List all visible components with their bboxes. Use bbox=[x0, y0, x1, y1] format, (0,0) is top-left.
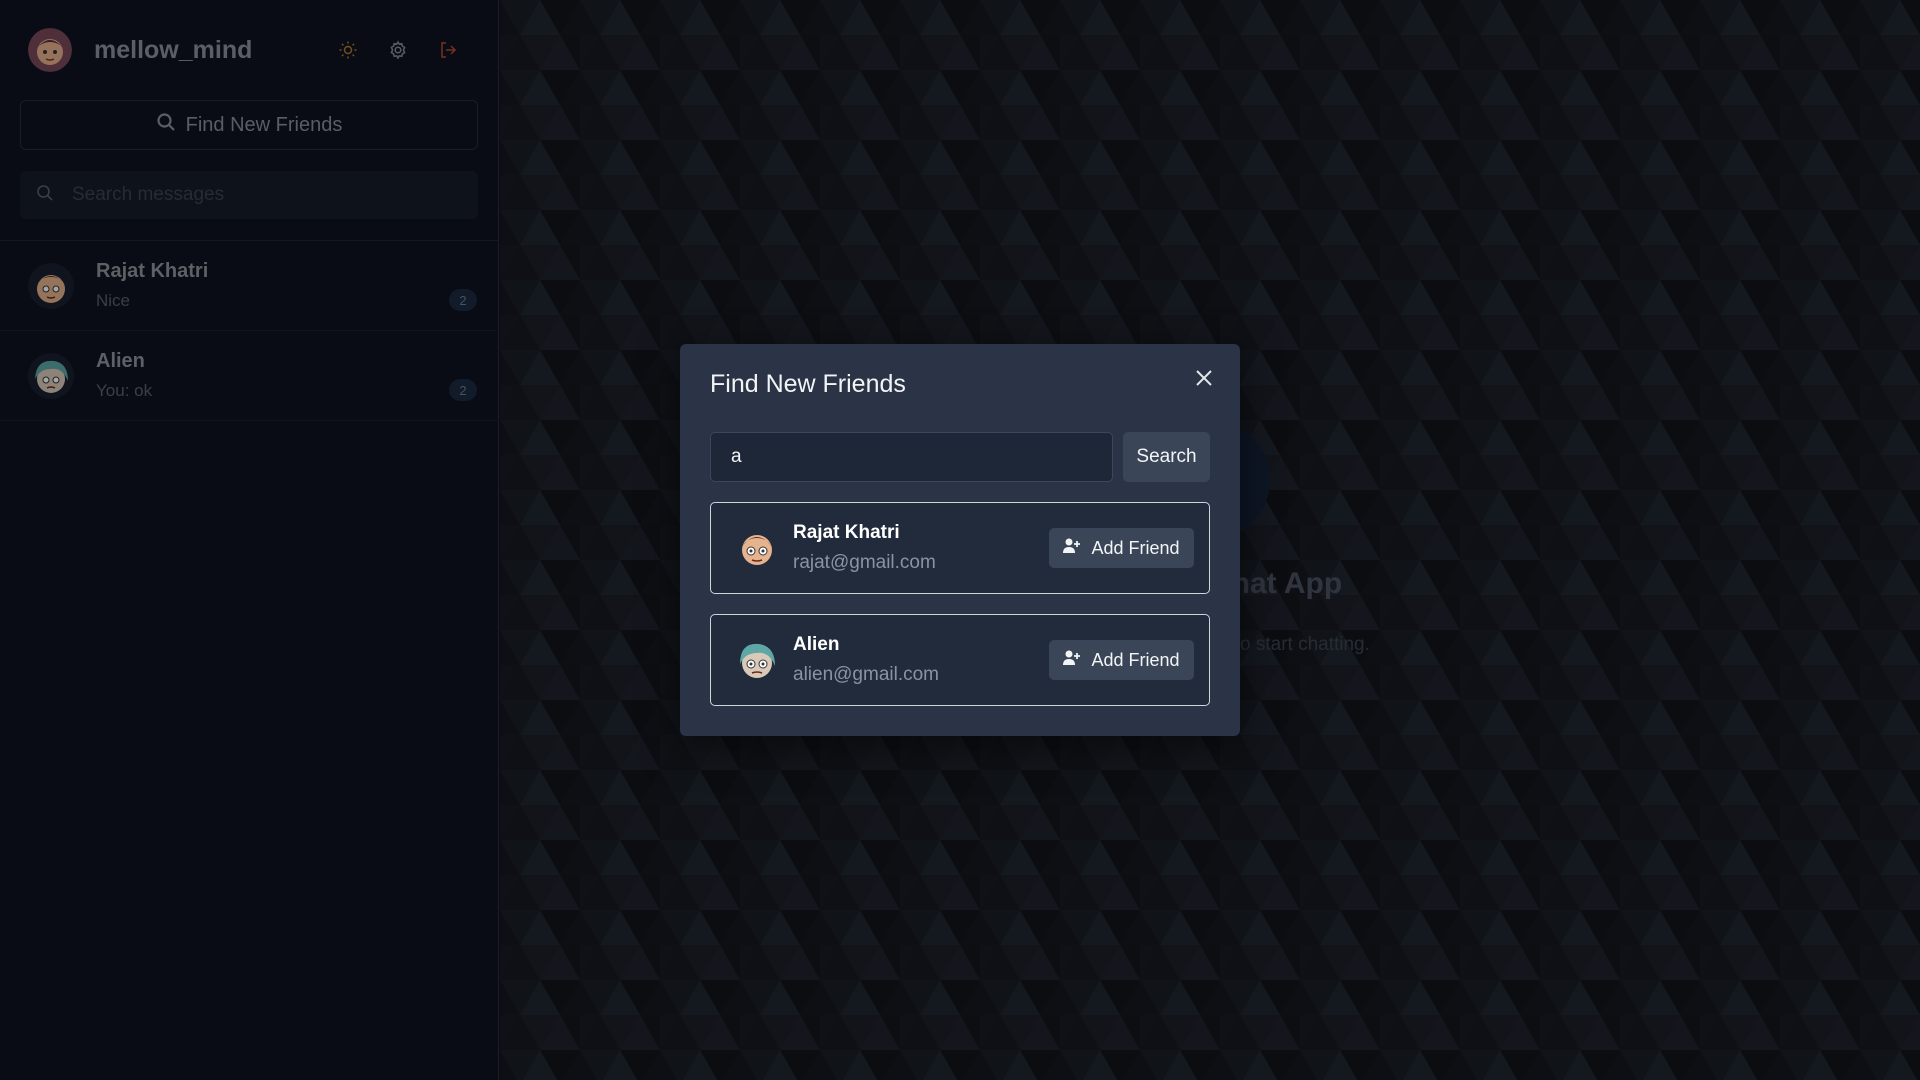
result-name: Alien bbox=[793, 634, 840, 655]
friend-search-input[interactable] bbox=[710, 432, 1113, 482]
add-friend-label: Add Friend bbox=[1091, 649, 1180, 670]
search-button[interactable]: Search bbox=[1123, 432, 1210, 482]
search-result-rajat-khatri: Rajat Khatri rajat@gmail.com Add Friend bbox=[710, 502, 1210, 594]
close-icon[interactable] bbox=[1190, 364, 1218, 392]
user-plus-icon bbox=[1063, 538, 1081, 559]
add-friend-button[interactable]: Add Friend bbox=[1049, 528, 1194, 568]
avatar bbox=[731, 522, 783, 574]
search-result-alien: Alien alien@gmail.com Add Friend bbox=[710, 614, 1210, 706]
add-friend-label: Add Friend bbox=[1091, 537, 1180, 558]
find-friends-modal: Find New Friends Search Rajat Khatri raj… bbox=[680, 344, 1240, 736]
result-email: rajat@gmail.com bbox=[793, 552, 936, 573]
add-friend-button[interactable]: Add Friend bbox=[1049, 640, 1194, 680]
avatar bbox=[731, 634, 783, 686]
user-plus-icon bbox=[1063, 650, 1081, 671]
result-email: alien@gmail.com bbox=[793, 664, 940, 685]
result-name: Rajat Khatri bbox=[793, 522, 900, 543]
modal-title: Find New Friends bbox=[710, 370, 906, 398]
